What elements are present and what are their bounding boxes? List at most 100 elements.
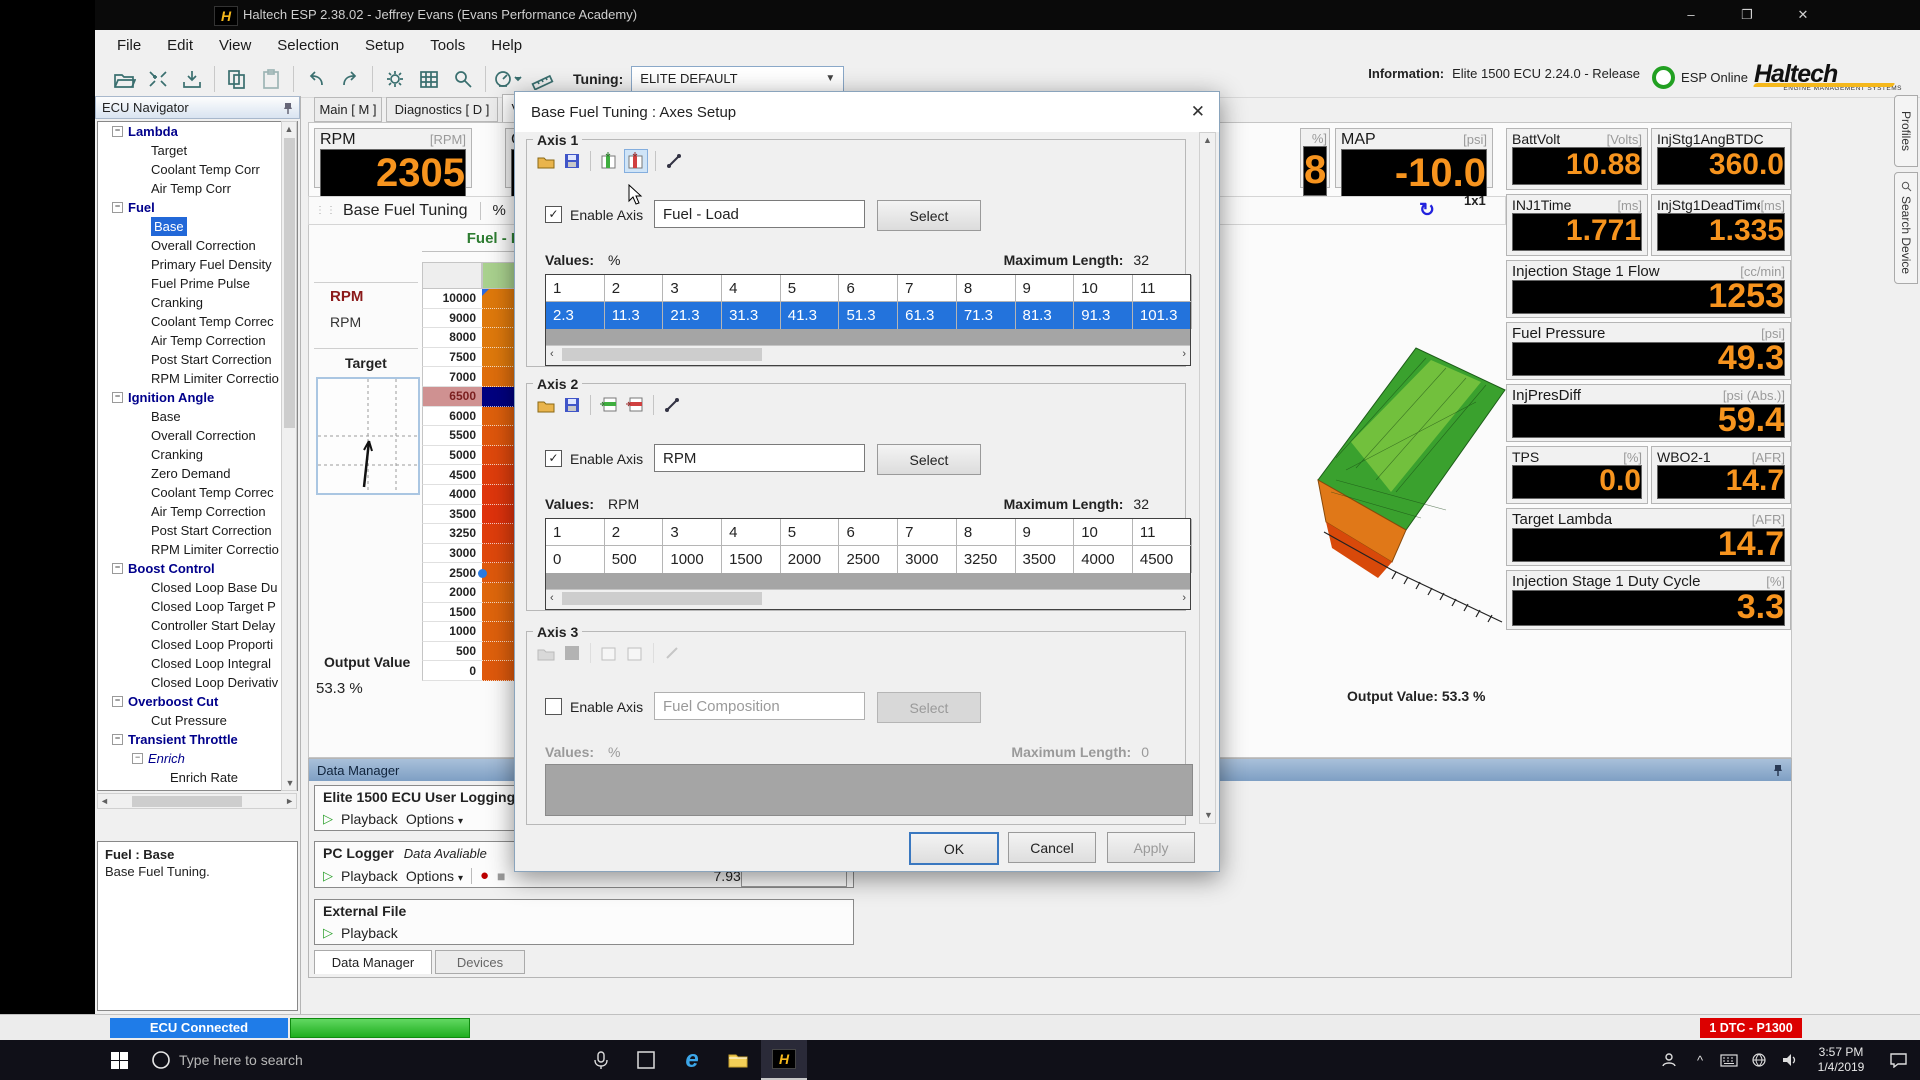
axis-value-cell[interactable]: 101.3 xyxy=(1133,302,1192,329)
tree-item-base[interactable]: Base xyxy=(98,407,297,426)
tree-item-enrich-rate[interactable]: Enrich Rate xyxy=(98,768,297,787)
scroll-up-icon[interactable]: ▲ xyxy=(282,122,296,137)
axis1-enable-checkbox[interactable]: ✓ xyxy=(545,206,562,223)
menu-edit[interactable]: Edit xyxy=(155,33,205,58)
tree-horizontal-scrollbar[interactable]: ◄ ► xyxy=(97,793,297,809)
axis2-channel-input[interactable]: RPM xyxy=(654,444,865,472)
axis2-select-button[interactable]: Select xyxy=(877,444,981,475)
pin-icon[interactable] xyxy=(1773,764,1783,776)
row-header[interactable]: 3000 xyxy=(422,544,482,564)
close-button[interactable]: ✕ xyxy=(1788,4,1818,26)
axis-value-cell[interactable]: 2.3 xyxy=(546,302,605,329)
axis-value-cell[interactable]: 31.3 xyxy=(722,302,781,329)
play-icon[interactable]: ▷ xyxy=(323,925,333,941)
tab-profiles[interactable]: Profiles xyxy=(1894,95,1918,167)
tree-item-boost-control[interactable]: −Boost Control xyxy=(98,559,297,578)
stop-icon[interactable]: ■ xyxy=(497,868,505,884)
collapse-icon[interactable]: − xyxy=(112,126,123,137)
search-input[interactable]: Type here to search xyxy=(179,1052,469,1068)
keyboard-icon[interactable] xyxy=(1714,1040,1744,1080)
row-header[interactable]: 5000 xyxy=(422,446,482,466)
redo-icon[interactable] xyxy=(333,64,367,94)
tree-item-coolant-temp-correc[interactable]: Coolant Temp Correc xyxy=(98,312,297,331)
axis1-select-button[interactable]: Select xyxy=(877,200,981,231)
row-header[interactable]: 9000 xyxy=(422,309,482,329)
tree-item-controller-start-delay[interactable]: Controller Start Delay xyxy=(98,616,297,635)
row-header[interactable]: 2500 xyxy=(422,563,482,583)
table-view-icon[interactable] xyxy=(412,64,446,94)
playback-button[interactable]: Playback xyxy=(341,868,398,884)
tree-vertical-scrollbar[interactable]: ▲ ▼ xyxy=(281,121,297,791)
tree-item-cranking[interactable]: Cranking xyxy=(98,445,297,464)
collapse-icon[interactable]: − xyxy=(112,696,123,707)
dialog-close-icon[interactable]: ✕ xyxy=(1191,102,1205,122)
search-icon[interactable] xyxy=(446,64,480,94)
axis-value-cell[interactable]: 3000 xyxy=(898,546,957,573)
options-button[interactable]: Options ▾ xyxy=(406,868,463,884)
cancel-button[interactable]: Cancel xyxy=(1008,832,1096,863)
scroll-thumb[interactable] xyxy=(132,796,242,807)
minimize-button[interactable]: – xyxy=(1676,4,1706,26)
tree-item-coolant-temp-correc[interactable]: Coolant Temp Correc xyxy=(98,483,297,502)
tree-item-cranking[interactable]: Cranking xyxy=(98,293,297,312)
pin-icon[interactable] xyxy=(283,102,293,114)
tree-item-transient-throttle[interactable]: −Transient Throttle xyxy=(98,730,297,749)
start-button[interactable] xyxy=(95,1040,143,1080)
drag-handle[interactable]: ⋮⋮ xyxy=(315,205,337,216)
axis-value-cell[interactable]: 500 xyxy=(605,546,664,573)
maximize-button[interactable]: ❐ xyxy=(1732,4,1762,26)
row-header[interactable]: 8000 xyxy=(422,328,482,348)
taskbar-clock[interactable]: 3:57 PM1/4/2019 xyxy=(1806,1045,1876,1075)
menu-file[interactable]: File xyxy=(105,33,153,58)
axis-value-cell[interactable]: 2500 xyxy=(839,546,898,573)
task-view-icon[interactable] xyxy=(623,1040,669,1080)
row-header[interactable]: 2000 xyxy=(422,583,482,603)
tree-item-rpm-limiter-correctio[interactable]: RPM Limiter Correctio xyxy=(98,369,297,388)
insert-row-icon[interactable] xyxy=(598,394,620,416)
playback-button[interactable]: Playback xyxy=(341,811,398,827)
tree-item-cut-pressure[interactable]: Cut Pressure xyxy=(98,711,297,730)
axis3-channel-input[interactable]: Fuel Composition xyxy=(654,692,865,720)
undo-icon[interactable] xyxy=(299,64,333,94)
interpolate-icon[interactable] xyxy=(661,394,683,416)
save-axis-icon[interactable] xyxy=(561,150,583,172)
load-axis-icon[interactable] xyxy=(535,150,557,172)
dialog-title-bar[interactable]: Base Fuel Tuning : Axes Setup xyxy=(515,92,1219,132)
haltech-app-icon[interactable]: H xyxy=(761,1040,807,1080)
axis-value-cell[interactable]: 0 xyxy=(546,546,605,573)
axis-table-scrollbar[interactable]: ‹› xyxy=(546,589,1190,609)
axis-value-cell[interactable]: 81.3 xyxy=(1016,302,1075,329)
axis1-values-table[interactable]: 12345678910112.311.321.331.341.351.361.3… xyxy=(545,274,1191,366)
interpolate-icon[interactable] xyxy=(663,150,685,172)
tree-item-zero-demand[interactable]: Zero Demand xyxy=(98,464,297,483)
open-file-icon[interactable] xyxy=(107,64,141,94)
volume-icon[interactable] xyxy=(1774,1040,1806,1080)
axis-value-cell[interactable]: 1000 xyxy=(663,546,722,573)
tree-item-lambda[interactable]: −Lambda xyxy=(98,122,297,141)
axis1-channel-input[interactable]: Fuel - Load xyxy=(654,200,865,228)
axis-value-cell[interactable]: 3250 xyxy=(957,546,1016,573)
load-axis-icon[interactable] xyxy=(535,394,557,416)
gauge-view-icon[interactable] xyxy=(491,64,525,94)
ok-button[interactable]: OK xyxy=(909,832,999,865)
tree-item-enrich-amount-s[interactable]: Enrich Amount (S xyxy=(98,787,297,791)
axis2-values-table[interactable]: 1234567891011050010001500200025003000325… xyxy=(545,518,1191,610)
tree-item-overboost-cut[interactable]: −Overboost Cut xyxy=(98,692,297,711)
tree-item-fuel-prime-pulse[interactable]: Fuel Prime Pulse xyxy=(98,274,297,293)
ruler-icon[interactable] xyxy=(525,64,559,94)
axis-value-cell[interactable]: 41.3 xyxy=(781,302,840,329)
row-header[interactable]: 500 xyxy=(422,642,482,662)
tree-item-target[interactable]: Target xyxy=(98,141,297,160)
tree-item-air-temp-correction[interactable]: Air Temp Correction xyxy=(98,502,297,521)
delete-column-icon[interactable] xyxy=(624,149,648,173)
menu-selection[interactable]: Selection xyxy=(265,33,351,58)
tree-item-base[interactable]: Base xyxy=(98,217,297,236)
row-header[interactable]: 7500 xyxy=(422,348,482,368)
tree-item-enrich[interactable]: −Enrich xyxy=(98,749,297,768)
tree-item-closed-loop-proporti[interactable]: Closed Loop Proporti xyxy=(98,635,297,654)
tab-diagnostics[interactable]: Diagnostics [ D ] xyxy=(386,97,498,122)
tree-item-closed-loop-derivativ[interactable]: Closed Loop Derivativ xyxy=(98,673,297,692)
action-center-icon[interactable] xyxy=(1876,1040,1920,1080)
axis-value-cell[interactable]: 21.3 xyxy=(663,302,722,329)
row-header[interactable]: 4500 xyxy=(422,465,482,485)
